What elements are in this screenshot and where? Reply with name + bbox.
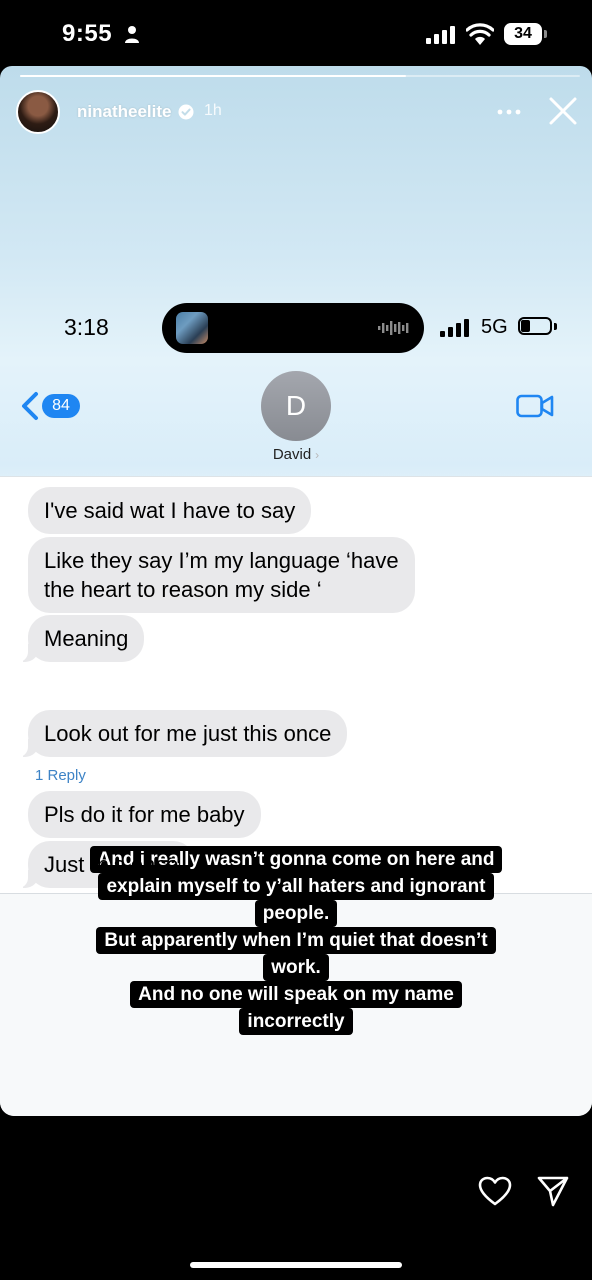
message-bubble: I've said wat I have to say [28, 487, 312, 534]
message-text: Like they say I’m my language ‘have [44, 548, 399, 573]
cellular-signal-icon [426, 26, 455, 44]
message-text: Just this once [44, 852, 179, 877]
verified-badge-icon [178, 104, 194, 120]
contact-name-text: David [272, 446, 312, 463]
message-text: Pls do it for me baby [44, 802, 245, 827]
heart-icon[interactable] [478, 1176, 512, 1206]
phone-status-bar: 9:55 34 [0, 0, 592, 66]
story-username[interactable]: ninatheelite [77, 102, 171, 122]
status-time: 9:55 [62, 20, 113, 47]
message-bubble: Pls do it for me baby [28, 791, 261, 838]
story-avatar[interactable] [16, 90, 60, 134]
audio-waveform-icon [378, 321, 409, 335]
chevron-right-icon: › [315, 448, 320, 462]
caption-line: people. [254, 900, 338, 927]
message-text: I've said wat I have to say [44, 498, 296, 523]
caption-line: But apparently when I’m quiet that doesn… [96, 927, 496, 954]
inner-network-label: 5G [481, 316, 508, 338]
inner-status-time: 3:18 [64, 314, 109, 340]
story-progress-bar [20, 75, 580, 77]
caption-line: incorrectly [239, 1008, 353, 1035]
message-text: Look out for me just this once [44, 721, 332, 746]
now-playing-artwork [176, 312, 208, 344]
send-icon[interactable] [536, 1174, 570, 1208]
caption-line: explain myself to y’all haters and ignor… [98, 873, 494, 900]
caption-line: And no one will speak on my name [130, 981, 462, 1008]
person-icon [125, 26, 139, 43]
chat-transcript: I've said wat I have to say Like they sa… [0, 477, 592, 893]
message-bubble: Look out for me just this once [17, 710, 348, 757]
wifi-icon [466, 23, 494, 45]
contact-avatar[interactable]: D [261, 371, 331, 441]
caption-line: work. [263, 954, 329, 981]
message-bubble: Meaning [17, 615, 145, 662]
close-icon[interactable] [548, 96, 578, 126]
battery-icon: 34 [504, 23, 548, 47]
message-bubble: Like they say I’m my language ‘have the … [28, 537, 415, 613]
inner-battery-icon [518, 317, 560, 337]
unread-count-badge[interactable]: 84 [42, 394, 80, 418]
back-chevron-icon[interactable] [20, 391, 40, 421]
dynamic-island [162, 303, 424, 353]
reply-thread-link[interactable]: 1 Reply [35, 767, 86, 784]
message-text-line-2: the heart to reason my side ‘ [44, 577, 322, 602]
story-progress-fill [20, 75, 407, 77]
battery-level: 34 [504, 23, 542, 45]
inner-cellular-signal-icon [440, 319, 469, 337]
video-call-icon[interactable] [516, 393, 554, 419]
contact-name[interactable]: David › [0, 446, 592, 463]
home-indicator[interactable] [190, 1262, 402, 1268]
more-options-icon[interactable] [496, 102, 522, 122]
message-text: Meaning [44, 626, 129, 651]
story-time-ago: 1h [204, 102, 222, 119]
